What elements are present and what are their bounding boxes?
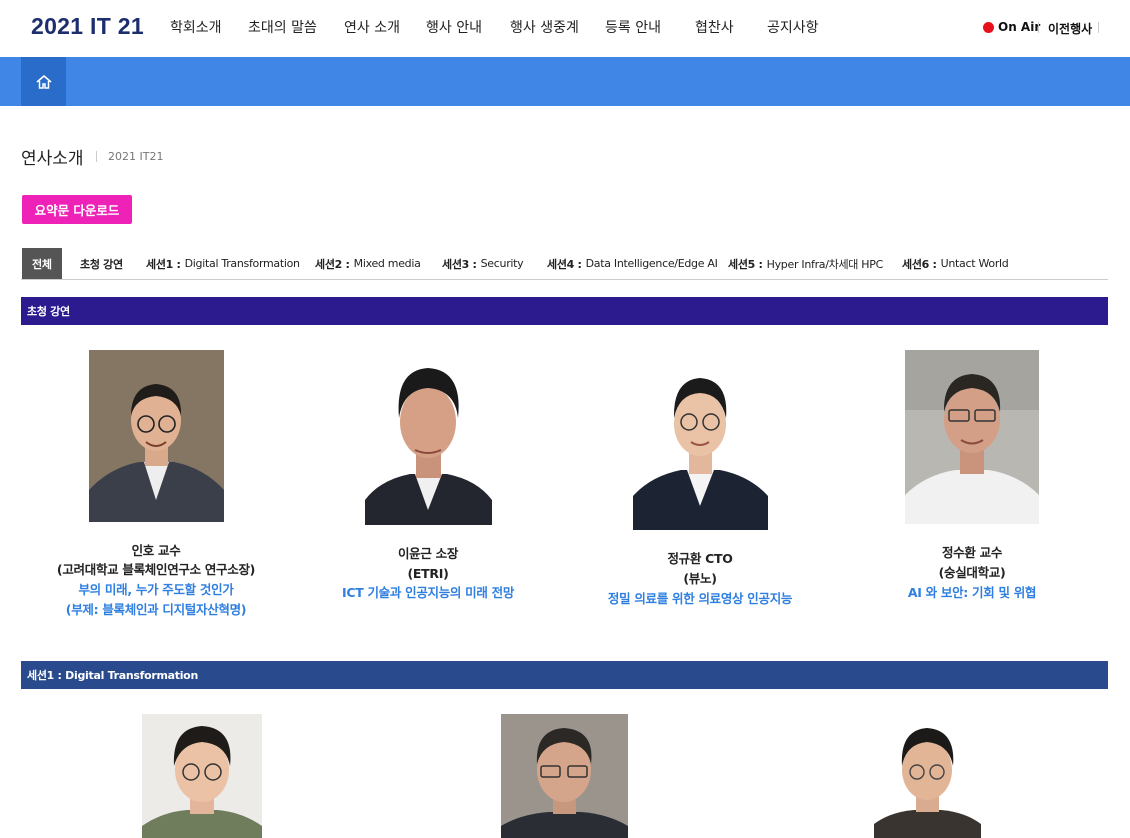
- title-divider: [96, 151, 97, 162]
- person-portrait-icon: [142, 714, 262, 838]
- speaker-photo[interactable]: [633, 358, 768, 530]
- person-portrait-icon: [874, 720, 981, 838]
- speaker-photo[interactable]: [874, 720, 981, 838]
- person-portrait-icon: [501, 714, 628, 838]
- speaker-affiliation: (뷰노): [683, 571, 717, 586]
- page-title: 연사소개: [21, 149, 84, 169]
- nav-item-notices[interactable]: 공지사항: [767, 17, 819, 37]
- tab-label: Security: [480, 257, 524, 270]
- speaker-topic-link[interactable]: ICT 기술과 인공지능의 미래 전망: [342, 583, 514, 602]
- tab-all[interactable]: 전체: [22, 248, 62, 279]
- nav-item-speakers[interactable]: 연사 소개: [344, 17, 400, 37]
- speaker-name: 인호 교수: [131, 543, 181, 558]
- on-air-label: On Air: [998, 20, 1041, 34]
- speaker-name: 이윤근 소장: [397, 546, 459, 561]
- on-air-link[interactable]: On Air: [983, 20, 1040, 34]
- breadcrumb-bar: [0, 57, 1130, 106]
- nav-item-sponsors[interactable]: 협찬사: [695, 17, 734, 37]
- tab-session-6[interactable]: 세션6 : Untact World: [902, 248, 1009, 279]
- nav-item-event-info[interactable]: 행사 안내: [426, 17, 482, 37]
- header-divider: [1038, 22, 1039, 33]
- nav-item-registration[interactable]: 등록 안내: [605, 17, 661, 37]
- speaker-photo[interactable]: [142, 714, 262, 838]
- tab-prefix: 세션5 :: [728, 257, 763, 271]
- nav-item-invitation[interactable]: 초대의 말씀: [248, 17, 317, 37]
- download-abstract-button[interactable]: 요약문 다운로드: [22, 195, 132, 224]
- home-icon: [35, 74, 52, 89]
- speaker-topic-link[interactable]: 부의 미래, 누가 주도할 것인가: [78, 580, 233, 599]
- person-portrait-icon: [633, 358, 768, 530]
- tab-session-1[interactable]: 세션1 : Digital Transformation: [146, 248, 300, 279]
- tab-invited[interactable]: 초청 강연: [80, 248, 127, 279]
- person-portrait-icon: [365, 350, 492, 525]
- speaker-photo[interactable]: [905, 350, 1039, 524]
- tab-session-3[interactable]: 세션3 : Security: [442, 248, 524, 279]
- speaker-affiliation: (숭실대학교): [938, 565, 1006, 580]
- section-header-session-1: 세션1 : Digital Transformation: [21, 661, 1108, 689]
- speaker-name: 정수환 교수: [941, 545, 1003, 560]
- speaker-photo[interactable]: [89, 350, 224, 522]
- tab-label: Digital Transformation: [184, 257, 300, 270]
- speaker-photo[interactable]: [365, 350, 492, 525]
- tab-prefix: 세션6 :: [902, 257, 937, 271]
- speaker-topic-subtitle[interactable]: (부제: 블록체인과 디지털자산혁명): [66, 600, 247, 619]
- header-divider: [1098, 22, 1099, 33]
- nav-item-live-stream[interactable]: 행사 생중계: [510, 17, 579, 37]
- site-logo[interactable]: 2021 IT 21: [31, 13, 144, 40]
- tab-prefix: 세션1 :: [146, 257, 181, 271]
- site-header: 2021 IT 21 학회소개 초대의 말씀 연사 소개 행사 안내 행사 생중…: [0, 0, 1130, 57]
- person-portrait-icon: [89, 350, 224, 522]
- tab-label: Untact World: [940, 257, 1009, 270]
- tab-label: 초청 강연: [80, 257, 123, 271]
- session-tabs: 전체 초청 강연 세션1 : Digital Transformation 세션2…: [21, 248, 1108, 280]
- tab-prefix: 세션4 :: [547, 257, 582, 271]
- live-dot-icon: [983, 21, 994, 33]
- section-header-invited: 초청 강연: [21, 297, 1108, 325]
- speaker-name: 정규환 CTO: [667, 551, 733, 566]
- page-subtitle: 2021 IT21: [108, 150, 164, 163]
- speaker-topic-link[interactable]: AI 와 보안: 기회 및 위협: [908, 583, 1037, 602]
- speaker-affiliation: (고려대학교 블록체인연구소 연구소장): [56, 562, 256, 577]
- tab-label: 전체: [32, 257, 52, 271]
- tab-prefix: 세션3 :: [442, 257, 477, 271]
- tab-prefix: 세션2 :: [315, 257, 350, 271]
- person-portrait-icon: [905, 350, 1039, 524]
- home-button[interactable]: [21, 57, 66, 106]
- tab-label: Data Intelligence/Edge AI: [585, 257, 718, 270]
- speaker-photo[interactable]: [501, 714, 628, 838]
- tab-session-4[interactable]: 세션4 : Data Intelligence/Edge AI: [547, 248, 718, 279]
- speaker-topic-link[interactable]: 정밀 의료를 위한 의료영상 인공지능: [608, 589, 793, 608]
- nav-item-about[interactable]: 학회소개: [170, 17, 222, 37]
- tab-session-5[interactable]: 세션5 : Hyper Infra/차세대 HPC: [728, 248, 883, 279]
- speaker-affiliation: (ETRI): [407, 566, 449, 581]
- tab-label: Hyper Infra/차세대 HPC: [766, 257, 884, 271]
- previous-events-link[interactable]: 이전행사: [1048, 20, 1092, 37]
- tab-session-2[interactable]: 세션2 : Mixed media: [315, 248, 421, 279]
- tab-label: Mixed media: [353, 257, 421, 270]
